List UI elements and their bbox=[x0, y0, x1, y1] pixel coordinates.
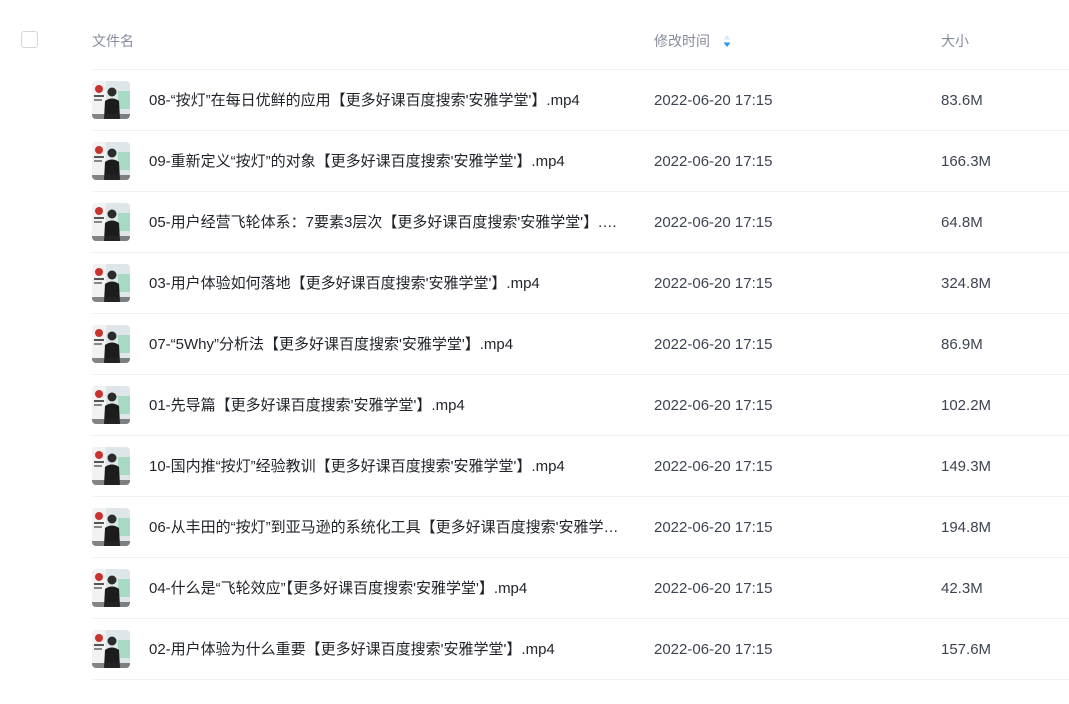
file-size: 166.3M bbox=[941, 153, 992, 170]
file-row[interactable]: 09-重新定义“按灯”的对象【更多好课百度搜索'安雅学堂'】.mp4 2022-… bbox=[0, 131, 1069, 192]
file-name[interactable]: 09-重新定义“按灯”的对象【更多好课百度搜索'安雅学堂'】.mp4 bbox=[149, 152, 627, 171]
sort-descending-icon[interactable] bbox=[722, 33, 732, 49]
video-thumbnail-icon[interactable] bbox=[92, 142, 130, 180]
select-all-checkbox[interactable] bbox=[21, 31, 38, 48]
file-modified-time: 2022-06-20 17:15 bbox=[654, 519, 773, 536]
file-row[interactable]: 07-“5Why”分析法【更多好课百度搜索'安雅学堂'】.mp4 2022-06… bbox=[0, 314, 1069, 375]
file-list: 08-“按灯”在每日优鲜的应用【更多好课百度搜索'安雅学堂'】.mp4 2022… bbox=[0, 70, 1069, 680]
file-size: 324.8M bbox=[941, 275, 992, 292]
file-name[interactable]: 06-从丰田的“按灯”到亚马逊的系统化工具【更多好课百度搜索'安雅学堂... bbox=[149, 518, 627, 537]
file-modified-time: 2022-06-20 17:15 bbox=[654, 275, 773, 292]
file-name[interactable]: 02-用户体验为什么重要【更多好课百度搜索'安雅学堂'】.mp4 bbox=[149, 640, 627, 659]
file-size: 149.3M bbox=[941, 458, 992, 475]
video-thumbnail-icon[interactable] bbox=[92, 569, 130, 607]
video-thumbnail-icon[interactable] bbox=[92, 325, 130, 363]
file-row[interactable]: 08-“按灯”在每日优鲜的应用【更多好课百度搜索'安雅学堂'】.mp4 2022… bbox=[0, 70, 1069, 131]
file-modified-time: 2022-06-20 17:15 bbox=[654, 153, 773, 170]
file-name[interactable]: 08-“按灯”在每日优鲜的应用【更多好课百度搜索'安雅学堂'】.mp4 bbox=[149, 91, 627, 110]
video-thumbnail-icon[interactable] bbox=[92, 508, 130, 546]
file-name[interactable]: 05-用户经营飞轮体系：7要素3层次【更多好课百度搜索'安雅学堂'】.mp4 bbox=[149, 213, 627, 232]
file-list-page: 文件名 修改时间 大小 08-“按灯”在每日优鲜的应用【更多好课百度搜索'安雅学… bbox=[0, 0, 1069, 704]
video-thumbnail-icon[interactable] bbox=[92, 630, 130, 668]
video-thumbnail-icon[interactable] bbox=[92, 386, 130, 424]
file-size: 64.8M bbox=[941, 214, 983, 231]
file-row[interactable]: 03-用户体验如何落地【更多好课百度搜索'安雅学堂'】.mp4 2022-06-… bbox=[0, 253, 1069, 314]
file-row[interactable]: 05-用户经营飞轮体系：7要素3层次【更多好课百度搜索'安雅学堂'】.mp4 2… bbox=[0, 192, 1069, 253]
file-name[interactable]: 03-用户体验如何落地【更多好课百度搜索'安雅学堂'】.mp4 bbox=[149, 274, 627, 293]
file-name[interactable]: 07-“5Why”分析法【更多好课百度搜索'安雅学堂'】.mp4 bbox=[149, 335, 627, 354]
file-modified-time: 2022-06-20 17:15 bbox=[654, 580, 773, 597]
file-size: 194.8M bbox=[941, 519, 992, 536]
file-row[interactable]: 06-从丰田的“按灯”到亚马逊的系统化工具【更多好课百度搜索'安雅学堂... 2… bbox=[0, 497, 1069, 558]
file-modified-time: 2022-06-20 17:15 bbox=[654, 458, 773, 475]
video-thumbnail-icon[interactable] bbox=[92, 264, 130, 302]
video-thumbnail-icon[interactable] bbox=[92, 447, 130, 485]
file-modified-time: 2022-06-20 17:15 bbox=[654, 397, 773, 414]
column-header-name[interactable]: 文件名 bbox=[92, 32, 134, 50]
file-list-header: 文件名 修改时间 大小 bbox=[0, 0, 1069, 70]
video-thumbnail-icon[interactable] bbox=[92, 81, 130, 119]
video-thumbnail-icon[interactable] bbox=[92, 203, 130, 241]
file-row[interactable]: 04-什么是“飞轮效应”【更多好课百度搜索'安雅学堂'】.mp4 2022-06… bbox=[0, 558, 1069, 619]
file-name[interactable]: 04-什么是“飞轮效应”【更多好课百度搜索'安雅学堂'】.mp4 bbox=[149, 579, 627, 598]
file-modified-time: 2022-06-20 17:15 bbox=[654, 336, 773, 353]
column-header-size[interactable]: 大小 bbox=[941, 32, 969, 50]
column-header-time[interactable]: 修改时间 bbox=[654, 32, 710, 50]
file-name[interactable]: 01-先导篇【更多好课百度搜索'安雅学堂'】.mp4 bbox=[149, 396, 627, 415]
file-modified-time: 2022-06-20 17:15 bbox=[654, 641, 773, 658]
file-size: 102.2M bbox=[941, 397, 992, 414]
file-size: 86.9M bbox=[941, 336, 983, 353]
file-size: 42.3M bbox=[941, 580, 983, 597]
file-modified-time: 2022-06-20 17:15 bbox=[654, 92, 773, 109]
file-row[interactable]: 01-先导篇【更多好课百度搜索'安雅学堂'】.mp4 2022-06-20 17… bbox=[0, 375, 1069, 436]
file-size: 157.6M bbox=[941, 641, 992, 658]
file-size: 83.6M bbox=[941, 92, 983, 109]
file-row[interactable]: 02-用户体验为什么重要【更多好课百度搜索'安雅学堂'】.mp4 2022-06… bbox=[0, 619, 1069, 680]
file-modified-time: 2022-06-20 17:15 bbox=[654, 214, 773, 231]
file-name[interactable]: 10-国内推“按灯”经验教训【更多好课百度搜索'安雅学堂'】.mp4 bbox=[149, 457, 627, 476]
file-row[interactable]: 10-国内推“按灯”经验教训【更多好课百度搜索'安雅学堂'】.mp4 2022-… bbox=[0, 436, 1069, 497]
